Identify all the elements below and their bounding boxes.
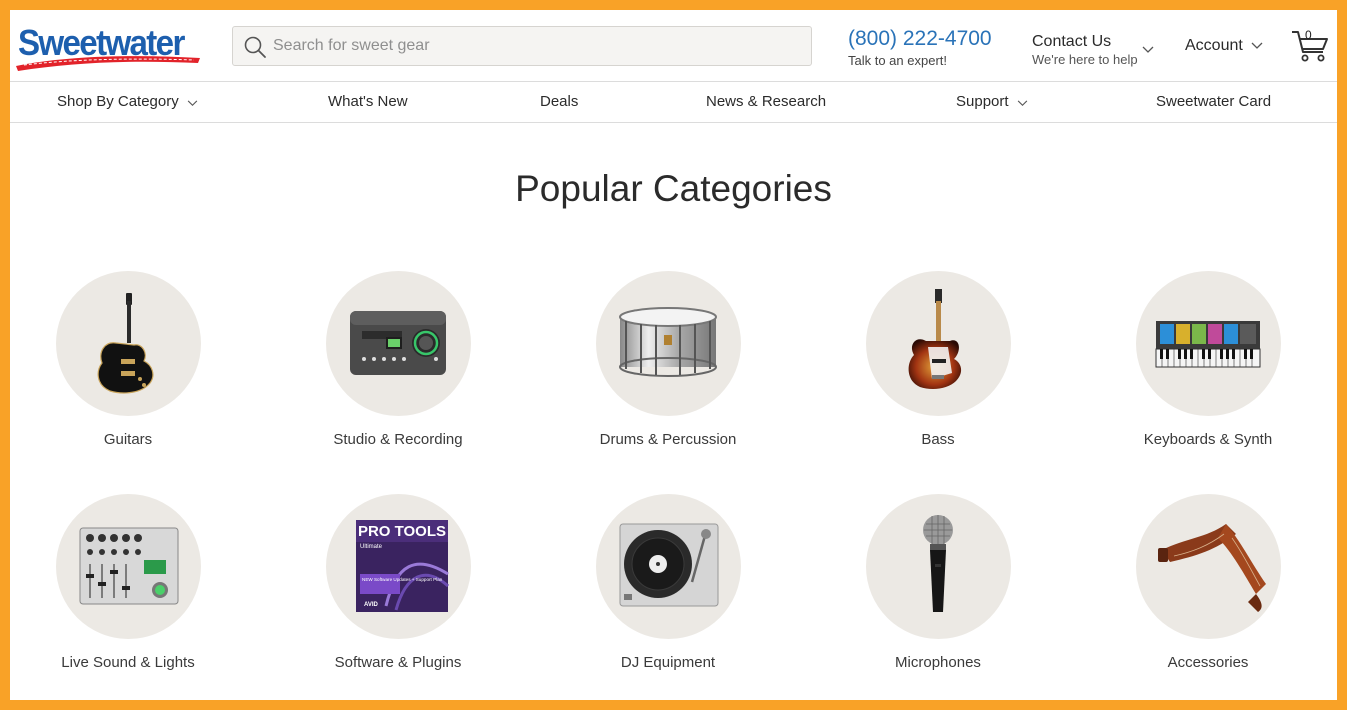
- nav-news-research[interactable]: News & Research: [706, 93, 826, 110]
- search-icon[interactable]: [243, 35, 267, 64]
- mixer-icon: [79, 527, 178, 605]
- nav-shop-by-category[interactable]: Shop By Category: [57, 93, 198, 111]
- category-label[interactable]: Keyboards & Synth: [1088, 431, 1328, 448]
- category-image[interactable]: [55, 271, 201, 416]
- chevron-down-icon[interactable]: [1142, 41, 1154, 59]
- phone-subtitle: Talk to an expert!: [848, 53, 947, 68]
- search-bar[interactable]: [232, 26, 812, 66]
- chevron-down-icon[interactable]: [187, 94, 198, 111]
- category-studio-recording[interactable]: Studio & Recording: [278, 271, 518, 448]
- cart-button[interactable]: 0: [1290, 27, 1330, 63]
- account-label[interactable]: Account: [1185, 37, 1243, 54]
- phone-contact[interactable]: (800) 222-4700 Talk to an expert!: [848, 27, 992, 68]
- logo-swoosh: [16, 56, 200, 71]
- nav-label[interactable]: News & Research: [706, 93, 826, 110]
- cart-count-badge: 0: [1305, 28, 1312, 42]
- guitar-strap-icon: [1157, 524, 1266, 612]
- nav-sweetwater-card[interactable]: Sweetwater Card: [1156, 93, 1271, 110]
- category-bass[interactable]: Bass: [818, 271, 1058, 448]
- bass-guitar-icon: [908, 289, 961, 389]
- nav-whats-new[interactable]: What's New: [328, 93, 408, 110]
- avid-logo: AVID: [364, 602, 379, 608]
- category-microphones[interactable]: Microphones: [818, 494, 1058, 671]
- page-title: Popular Categories: [515, 168, 832, 209]
- chevron-down-icon[interactable]: [1017, 94, 1028, 111]
- sweetwater-logo[interactable]: Sweetwater: [14, 20, 200, 71]
- category-image[interactable]: [595, 271, 741, 416]
- category-image[interactable]: [595, 494, 741, 639]
- category-label[interactable]: Bass: [818, 431, 1058, 448]
- nav-label[interactable]: Shop By Category: [57, 93, 179, 110]
- synthesizer-icon: [1155, 321, 1260, 368]
- contact-us-label[interactable]: Contact Us: [1032, 33, 1138, 51]
- category-label[interactable]: Accessories: [1088, 654, 1328, 671]
- search-input[interactable]: [273, 27, 803, 65]
- pro-tools-badge: NEW Software Updates + Support Plan: [362, 577, 443, 582]
- pro-tools-edition: Ultimate: [360, 544, 383, 550]
- category-software-plugins[interactable]: PRO TOOLS Ultimate NEW Software Updates …: [278, 494, 518, 671]
- category-image[interactable]: [325, 271, 471, 416]
- category-dj-equipment[interactable]: DJ Equipment: [548, 494, 788, 671]
- contact-us-subtitle: We're here to help: [1032, 52, 1138, 67]
- category-image[interactable]: PRO TOOLS Ultimate NEW Software Updates …: [325, 494, 471, 639]
- electric-guitar-icon: [97, 293, 153, 394]
- nav-deals[interactable]: Deals: [540, 93, 578, 110]
- main-nav: Shop By Category What's New Deals News &…: [10, 83, 1337, 123]
- category-image[interactable]: [1135, 271, 1281, 416]
- category-label[interactable]: Software & Plugins: [278, 654, 518, 671]
- category-keyboards-synth[interactable]: Keyboards & Synth: [1088, 271, 1328, 448]
- category-guitars[interactable]: Guitars: [10, 271, 248, 448]
- turntable-icon: [619, 523, 718, 607]
- chevron-down-icon[interactable]: [1251, 37, 1263, 55]
- category-label[interactable]: Guitars: [10, 431, 248, 448]
- pro-tools-box-icon: PRO TOOLS Ultimate NEW Software Updates …: [355, 520, 449, 612]
- category-label[interactable]: Studio & Recording: [278, 431, 518, 448]
- page: Sweetwater (800) 222-4700 Talk to an exp…: [10, 10, 1337, 700]
- nav-support[interactable]: Support: [956, 93, 1028, 111]
- nav-label[interactable]: Support: [956, 93, 1009, 110]
- nav-label[interactable]: What's New: [328, 93, 408, 110]
- audio-interface-icon: [349, 311, 446, 375]
- snare-drum-icon: [618, 307, 717, 377]
- category-accessories[interactable]: Accessories: [1088, 494, 1328, 671]
- site-header: Sweetwater (800) 222-4700 Talk to an exp…: [10, 10, 1337, 82]
- category-image[interactable]: [865, 494, 1011, 639]
- microphone-icon: [922, 515, 953, 612]
- category-drums-percussion[interactable]: Drums & Percussion: [548, 271, 788, 448]
- category-live-sound-lights[interactable]: Live Sound & Lights: [10, 494, 248, 671]
- pro-tools-title: PRO TOOLS: [357, 523, 445, 540]
- account-menu[interactable]: Account: [1185, 37, 1263, 55]
- category-label[interactable]: Live Sound & Lights: [10, 654, 248, 671]
- category-image[interactable]: [865, 271, 1011, 416]
- phone-number[interactable]: (800) 222-4700: [848, 27, 992, 51]
- category-label[interactable]: Drums & Percussion: [548, 431, 788, 448]
- category-label[interactable]: Microphones: [818, 654, 1058, 671]
- category-image[interactable]: [55, 494, 201, 639]
- contact-us-menu[interactable]: Contact Us We're here to help: [1032, 33, 1154, 67]
- category-label[interactable]: DJ Equipment: [548, 654, 788, 671]
- nav-label[interactable]: Deals: [540, 93, 578, 110]
- nav-label[interactable]: Sweetwater Card: [1156, 93, 1271, 110]
- category-image[interactable]: [1135, 494, 1281, 639]
